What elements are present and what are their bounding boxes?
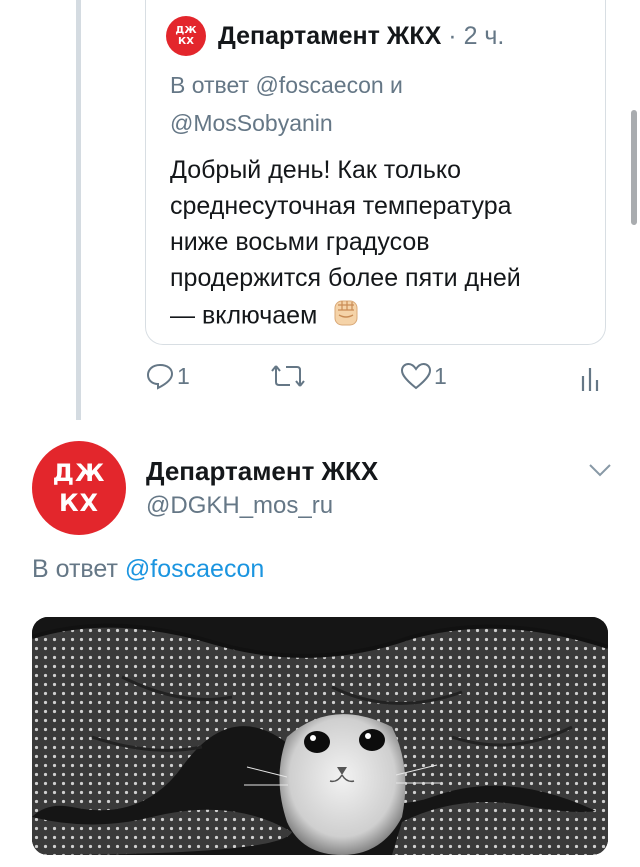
reply-button[interactable]: 1 (145, 362, 190, 390)
avatar[interactable]: ДЖ КХ (32, 441, 126, 535)
tweet-text: Добрый день! Как только среднесуточная т… (170, 152, 590, 338)
tweet-text-line: среднесуточная температура (170, 192, 512, 220)
author-name[interactable]: Департамент ЖКХ (146, 455, 378, 487)
like-count: 1 (434, 362, 447, 389)
reply-prefix: В ответ (32, 555, 118, 583)
avatar[interactable]: ДЖ КХ (166, 16, 206, 56)
reply-to-mention[interactable]: @MosSobyanin (170, 108, 333, 138)
tweet-text-line: продержится более пяти дней (170, 264, 521, 292)
analytics-icon (580, 362, 600, 392)
scrollbar[interactable] (631, 110, 637, 225)
reply-to-line: В ответ @foscaecon (32, 553, 264, 585)
chevron-down-icon[interactable] (588, 462, 612, 478)
like-button[interactable]: 1 (400, 362, 447, 390)
tweet-text-line: ниже восьми градусов (170, 228, 430, 256)
reply-icon (145, 362, 175, 390)
retweet-icon (270, 362, 306, 390)
like-icon (400, 362, 432, 390)
separator-dot: · (448, 22, 457, 50)
tweet-text-line: — включаем (170, 296, 590, 338)
retweet-button[interactable] (270, 362, 306, 390)
author-name[interactable]: Департамент ЖКХ (218, 22, 441, 50)
tweet-actions: 1 1 (145, 362, 605, 398)
analytics-button[interactable] (580, 362, 600, 392)
reply-mention-link[interactable]: @foscaecon (125, 555, 264, 583)
quoted-tweet[interactable]: ДЖ КХ Департамент ЖКХ · 2 ч. В ответ @fo… (145, 0, 606, 345)
quoted-tweet-header: Департамент ЖКХ · 2 ч. (218, 20, 504, 52)
tweet-media-image[interactable] (32, 617, 608, 855)
dgkh-logo: ДЖ КХ (175, 24, 197, 47)
thread-line (76, 0, 81, 420)
tweet-text-line: Добрый день! Как только (170, 156, 462, 184)
dgkh-logo: ДЖ КХ (52, 459, 106, 517)
reply-count: 1 (177, 362, 190, 389)
reply-to-line: В ответ @foscaecon и (170, 72, 403, 98)
author-handle[interactable]: @DGKH_mos_ru (146, 491, 333, 521)
fist-emoji-icon (330, 296, 362, 338)
timestamp[interactable]: 2 ч. (464, 22, 505, 50)
